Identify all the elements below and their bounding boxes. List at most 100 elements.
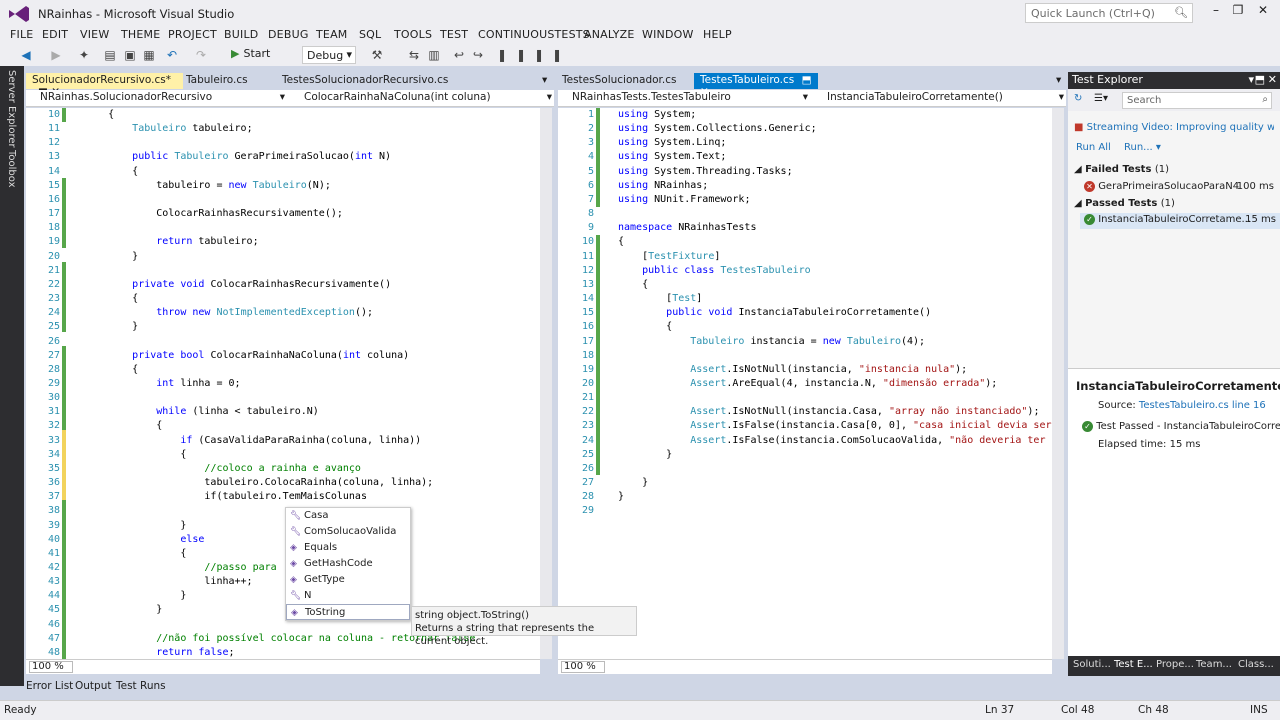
completion-item[interactable]: 🔧︎ Casa xyxy=(286,508,410,524)
tab-testes-solucionador-recursivo[interactable]: TestesSolucionadorRecursivo.cs xyxy=(276,73,454,89)
bookmark-prev-icon[interactable]: ❚ xyxy=(513,47,529,63)
open-icon[interactable]: ▤ xyxy=(102,47,118,63)
solution-config-select[interactable]: Debug ▾ xyxy=(302,46,356,64)
right-vertical-scrollbar[interactable] xyxy=(1052,108,1064,659)
menu-project[interactable]: PROJECT xyxy=(168,28,217,41)
start-button[interactable]: ▶ Start xyxy=(231,47,270,60)
menu-test[interactable]: TEST xyxy=(440,28,468,41)
tab-testes-tabuleiro[interactable]: TestesTabuleiro.cs ⬒ ✕ xyxy=(694,73,818,98)
save-icon[interactable]: ▣ xyxy=(122,47,138,63)
tab-output[interactable]: Output xyxy=(75,680,111,692)
status-insert-mode: INS xyxy=(1250,704,1268,716)
minimize-button[interactable]: – xyxy=(1205,3,1227,21)
tab-solucionador-recursivo[interactable]: SolucionadorRecursivo.cs* ⬒ ✕ xyxy=(26,73,183,98)
chevron-down-icon: ▾ xyxy=(346,48,352,61)
pin-icon[interactable]: ⬒ xyxy=(802,74,812,86)
server-explorer-tab[interactable]: Server Explorer xyxy=(6,70,17,148)
left-code-area[interactable]: 10 11 12 13 14 15 16 17 18 19 20 21 22 23 24 25 26 27 28 29… xyxy=(26,108,540,659)
passed-test-row[interactable]: ✓ InstanciaTabuleiroCorretame... 15 ms xyxy=(1080,213,1280,229)
menu-team[interactable]: TEAM xyxy=(316,28,348,41)
tab-overflow-icon[interactable]: ▾ xyxy=(1050,73,1067,89)
comment-icon[interactable]: ↩ xyxy=(451,47,467,63)
menu-view[interactable]: VIEW xyxy=(80,28,109,41)
redo-icon[interactable]: ↷ xyxy=(193,47,209,63)
left-vertical-scrollbar[interactable] xyxy=(540,108,552,659)
member-dropdown[interactable]: InstanciaTabuleiroCorretamente() ▾ xyxy=(813,91,1066,105)
menu-theme[interactable]: THEME xyxy=(121,28,160,41)
tab-team-explorer[interactable]: Team... xyxy=(1196,659,1232,670)
source-code-solucionador[interactable]: { Tabuleiro tabuleiro; public Tabuleiro … xyxy=(84,108,475,659)
line-number: 46 xyxy=(47,618,60,630)
quick-launch-input[interactable]: Quick Launch (Ctrl+Q) 🔍︎ xyxy=(1025,3,1193,23)
passed-tests-group[interactable]: ◢ Passed Tests (1) xyxy=(1074,198,1175,209)
completion-item[interactable]: 🔧︎ N xyxy=(286,588,410,604)
run-all-link[interactable]: Run All xyxy=(1076,142,1111,153)
menu-continuoustests[interactable]: CONTINUOUSTESTS xyxy=(478,28,590,41)
restore-button[interactable]: ❐ xyxy=(1227,3,1249,21)
tab-properties[interactable]: Prope... xyxy=(1156,659,1194,670)
test-search-input[interactable]: Search ⌕ xyxy=(1122,92,1272,109)
bookmark-next-icon[interactable]: ❚ xyxy=(531,47,547,63)
menu-build[interactable]: BUILD xyxy=(224,28,258,41)
menu-file[interactable]: FILE xyxy=(10,28,33,41)
toolbox-tab[interactable]: Toolbox xyxy=(6,150,17,188)
tab-test-runs[interactable]: Test Runs xyxy=(116,680,166,692)
menu-edit[interactable]: EDIT xyxy=(42,28,68,41)
tab-label: TestesTabuleiro.cs xyxy=(700,74,795,86)
uncomment-icon[interactable]: ↪ xyxy=(470,47,486,63)
class-dropdown[interactable]: NRainhasTests.TestesTabuleiro ▾ xyxy=(558,91,810,105)
menu-sql[interactable]: SQL xyxy=(359,28,381,41)
tab-tabuleiro[interactable]: Tabuleiro.cs xyxy=(180,73,254,89)
menu-debug[interactable]: DEBUG xyxy=(268,28,309,41)
failed-test-row[interactable]: ✕ GeraPrimeiraSolucaoParaN4 100 ms xyxy=(1084,181,1274,192)
right-code-area[interactable]: 1 2 3 4 5 6 7 8 9 10 11 12 13 14 15 16 17 18 19 20 21 22 23 24 2… xyxy=(558,108,1052,659)
new-project-icon[interactable]: ✦ xyxy=(76,47,92,63)
menu-help[interactable]: HELP xyxy=(703,28,732,41)
completion-item[interactable]: ◈ GetHashCode xyxy=(286,556,410,572)
play-icon: ▶ xyxy=(231,47,240,60)
intellisense-list[interactable]: 🔧︎ Casa 🔧︎ ComSolucaoValida ◈ Equals ◈ GetHa… xyxy=(285,507,411,621)
completion-item-selected[interactable]: ◈ ToString xyxy=(286,604,410,620)
undo-icon[interactable]: ↶ xyxy=(164,47,180,63)
run-menu-link[interactable]: Run... ▾ xyxy=(1124,142,1161,153)
menu-tools[interactable]: TOOLS xyxy=(394,28,432,41)
line-number: 43 xyxy=(47,576,60,588)
save-all-icon[interactable]: ▦ xyxy=(141,47,157,63)
tab-test-explorer[interactable]: Test E... xyxy=(1114,659,1153,670)
tab-error-list[interactable]: Error List xyxy=(26,680,73,692)
tab-solution-explorer[interactable]: Soluti... xyxy=(1073,659,1111,670)
refresh-icon[interactable]: ↻ xyxy=(1074,93,1082,104)
completion-item[interactable]: 🔧︎ ComSolucaoValida xyxy=(286,524,410,540)
bookmark-icon[interactable]: ❚ xyxy=(494,47,510,63)
dropdown-icon[interactable]: ▾ xyxy=(1248,73,1254,86)
attach-icon[interactable]: ⚒ xyxy=(369,47,385,63)
navigate-icon[interactable]: ⇆ xyxy=(406,47,422,63)
layout-icon[interactable]: ▥ xyxy=(426,47,442,63)
line-number: 47 xyxy=(47,632,60,644)
group-by-icon[interactable]: ☰▾ xyxy=(1094,93,1108,104)
forward-icon[interactable]: ▶ xyxy=(48,47,64,63)
member-dropdown[interactable]: ColocarRainhaNaColuna(int coluna) ▾ xyxy=(290,91,554,105)
menu-window[interactable]: WINDOW xyxy=(642,28,694,41)
method-icon: ◈ xyxy=(290,559,297,569)
streaming-video-link[interactable]: ■ Streaming Video: Improving quality wi xyxy=(1074,122,1274,133)
bookmark-clear-icon[interactable]: ❚ xyxy=(549,47,565,63)
source-link[interactable]: TestesTabuleiro.cs line 16 xyxy=(1139,400,1266,411)
tab-class-view[interactable]: Class... xyxy=(1238,659,1274,670)
class-dropdown[interactable]: NRainhas.SolucionadorRecursivo ▾ xyxy=(26,91,287,105)
close-button[interactable]: ✕ xyxy=(1252,3,1274,21)
pin-icon[interactable]: ⬒ xyxy=(1255,73,1265,86)
line-number: 15 xyxy=(581,307,594,319)
completion-item[interactable]: ◈ Equals xyxy=(286,540,410,556)
tab-testes-solucionador[interactable]: TestesSolucionador.cs xyxy=(556,73,683,89)
source-code-testes-tabuleiro[interactable]: using System; using System.Collections.G… xyxy=(618,108,1052,504)
completion-item[interactable]: ◈ GetType xyxy=(286,572,410,588)
back-icon[interactable]: ◀ xyxy=(18,47,34,63)
menu-analyze[interactable]: ANALYZE xyxy=(584,28,635,41)
failed-tests-group[interactable]: ◢ Failed Tests (1) xyxy=(1074,164,1169,175)
line-numbers: 10 11 12 13 14 15 16 17 18 19 20 21 22 23 24 25 26 27 28 29… xyxy=(26,108,60,659)
left-zoom-select[interactable]: 100 % xyxy=(29,661,73,673)
close-icon[interactable]: ✕ xyxy=(1268,73,1277,86)
right-zoom-select[interactable]: 100 % xyxy=(561,661,605,673)
tab-overflow-icon[interactable]: ▾ xyxy=(536,73,553,89)
